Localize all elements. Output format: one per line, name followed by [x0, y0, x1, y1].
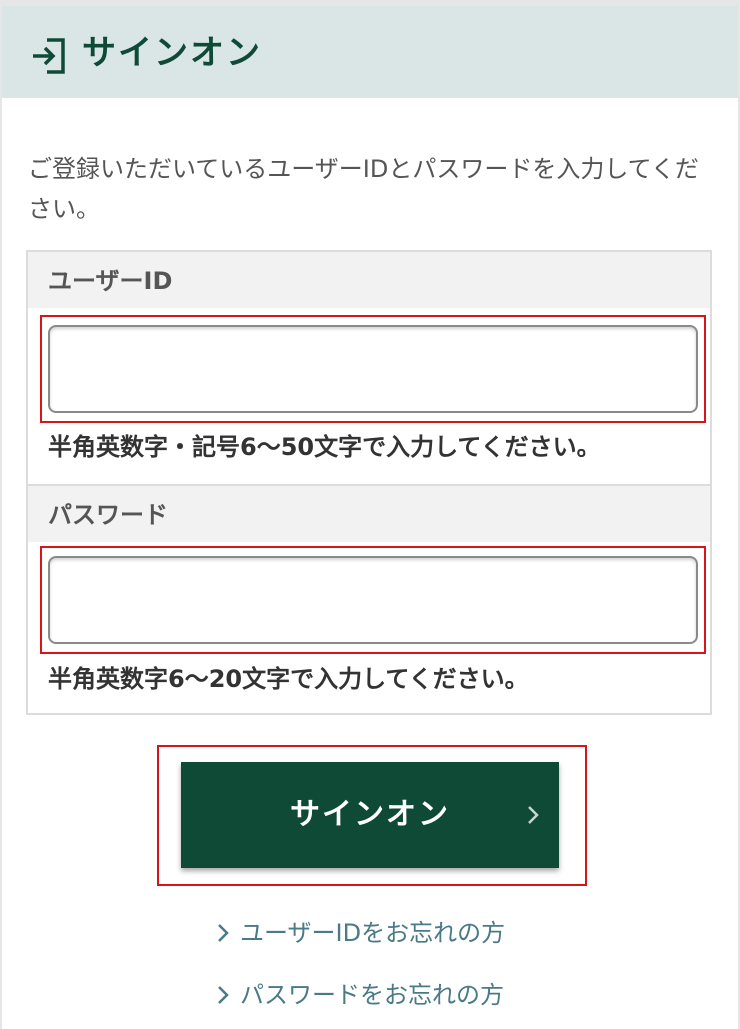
page-header: サインオン [2, 6, 738, 98]
password-label: パスワード [48, 501, 168, 529]
password-hint: 半角英数字6〜20文字で入力してください。 [48, 665, 529, 693]
forgot-password-link-text: パスワードをお忘れの方 [240, 981, 504, 1009]
user-id-input[interactable] [48, 325, 698, 413]
intro-text: ご登録いただいているユーザーIDとパスワードを入力してください。 [28, 155, 699, 223]
forgot-password-link[interactable]: パスワードをお忘れの方 [216, 978, 504, 1012]
sign-on-page: サインオン ご登録いただいているユーザーIDとパスワードを入力してください。 ユ… [2, 6, 738, 1029]
chevron-right-icon [216, 984, 230, 1006]
sign-in-icon [30, 36, 70, 76]
password-input[interactable] [48, 556, 698, 644]
chevron-right-icon [526, 804, 540, 826]
sign-on-form: ユーザーID 半角英数字・記号6〜50文字で入力してください。 パスワード 半角… [26, 250, 712, 715]
user-id-field-header: ユーザーID [28, 252, 710, 308]
page-title: サインオン [82, 33, 262, 73]
password-field-header: パスワード [28, 486, 710, 542]
user-id-hint: 半角英数字・記号6〜50文字で入力してください。 [48, 433, 601, 461]
forgot-user-id-link-text: ユーザーIDをお忘れの方 [240, 919, 506, 947]
signon-button[interactable]: サインオン [181, 762, 559, 868]
signon-button-label: サインオン [290, 797, 450, 832]
user-id-label: ユーザーID [48, 267, 173, 295]
chevron-right-icon [216, 922, 230, 944]
forgot-user-id-link[interactable]: ユーザーIDをお忘れの方 [216, 916, 505, 950]
